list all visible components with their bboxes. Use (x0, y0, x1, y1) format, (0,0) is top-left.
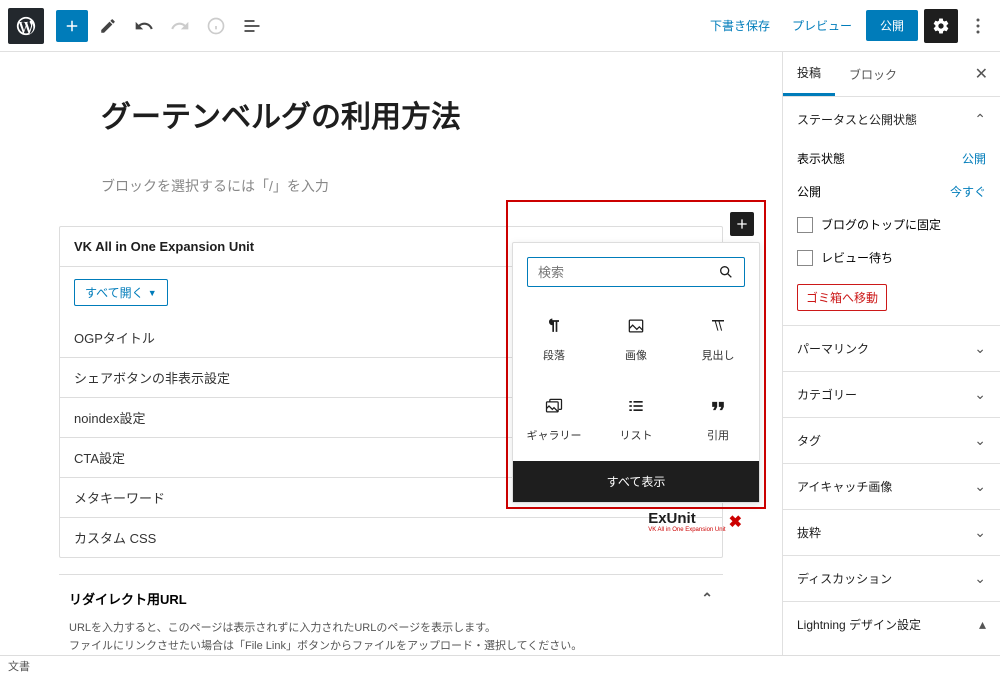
chevron-down-icon: ⌄ (974, 386, 986, 403)
chevron-up-icon[interactable]: ⌃ (701, 590, 713, 607)
visibility-label: 表示状態 (797, 150, 845, 167)
chevron-down-icon: ⌄ (974, 478, 986, 495)
review-checkbox[interactable]: レビュー待ち (783, 241, 1000, 274)
redirect-panel: リダイレクト用URL ⌃ URLを入力すると、このページは表示されずに入力されたU… (59, 574, 723, 655)
outline-icon[interactable] (236, 10, 268, 42)
settings-sidebar: 投稿 ブロック ✕ ステータスと公開状態⌃ 表示状態 公開 公開 今すぐ ブログ… (782, 52, 1000, 655)
block-list[interactable]: リスト (595, 381, 677, 461)
publish-row: 公開 今すぐ (783, 175, 1000, 208)
draft-save-button[interactable]: 下書き保存 (702, 11, 778, 40)
featured-image-section[interactable]: アイキャッチ画像⌄ (783, 464, 1000, 509)
chevron-up-icon: ▴ (979, 616, 986, 633)
info-icon[interactable] (200, 10, 232, 42)
publish-button[interactable]: 公開 (866, 10, 918, 41)
visibility-row: 表示状態 公開 (783, 142, 1000, 175)
lightning-header[interactable]: Lightning デザイン設定▴ (783, 602, 1000, 647)
editor-canvas: グーテンベルグの利用方法 ブロックを選択するには「/」を入力 VK All in… (0, 52, 782, 655)
block-image[interactable]: 画像 (595, 301, 677, 381)
main-area: グーテンベルグの利用方法 ブロックを選択するには「/」を入力 VK All in… (0, 52, 1000, 655)
preview-button[interactable]: プレビュー (784, 11, 860, 40)
layout-label: レイアウト設定 (783, 647, 1000, 655)
tab-block[interactable]: ブロック (835, 54, 911, 95)
publish-value[interactable]: 今すぐ (950, 183, 986, 200)
undo-icon[interactable] (128, 10, 160, 42)
breadcrumb-document[interactable]: 文書 (8, 661, 30, 673)
image-icon (625, 315, 647, 337)
open-all-button[interactable]: すべて開く ▼ (74, 279, 168, 306)
inline-add-block-button[interactable] (730, 212, 754, 236)
trash-button[interactable]: ゴミ箱へ移動 (797, 284, 887, 311)
block-paragraph[interactable]: 段落 (513, 301, 595, 381)
bottom-bar: 文書 (0, 655, 1000, 673)
wordpress-logo[interactable] (8, 8, 44, 44)
tag-section[interactable]: タグ⌄ (783, 418, 1000, 463)
redirect-title: リダイレクト用URL (69, 589, 187, 608)
toolbar-left (8, 8, 268, 44)
permalink-section[interactable]: パーマリンク⌄ (783, 326, 1000, 371)
block-inserter-highlighted: 段落 画像 見出し ギャラリー リスト 引用 すべて表示 (506, 200, 766, 509)
block-quote[interactable]: 引用 (677, 381, 759, 461)
status-header[interactable]: ステータスと公開状態⌃ (783, 97, 1000, 142)
lightning-section: Lightning デザイン設定▴ レイアウト設定 共通設定を適用 (783, 602, 1000, 655)
quote-icon (707, 395, 729, 417)
close-sidebar-icon[interactable]: ✕ (963, 64, 1000, 84)
sidebar-tabs: 投稿 ブロック ✕ (783, 52, 1000, 97)
block-gallery[interactable]: ギャラリー (513, 381, 595, 461)
more-menu-icon[interactable] (964, 9, 992, 43)
chevron-up-icon: ⌃ (974, 111, 986, 128)
list-icon (625, 395, 647, 417)
post-title[interactable]: グーテンベルグの利用方法 (101, 92, 681, 136)
block-search-input[interactable] (538, 265, 718, 280)
paragraph-icon (543, 315, 565, 337)
block-grid: 段落 画像 見出し ギャラリー リスト 引用 (513, 301, 759, 461)
gallery-icon (543, 395, 565, 417)
block-placeholder[interactable]: ブロックを選択するには「/」を入力 (101, 176, 681, 196)
accordion-item[interactable]: カスタム CSS (60, 518, 722, 557)
toolbar-right: 下書き保存 プレビュー 公開 (702, 9, 992, 43)
discussion-section[interactable]: ディスカッション⌄ (783, 556, 1000, 601)
exunit-icon: ✖ (729, 512, 742, 532)
block-inserter-panel: 段落 画像 見出し ギャラリー リスト 引用 すべて表示 (512, 242, 760, 503)
settings-gear-icon[interactable] (924, 9, 958, 43)
add-block-button[interactable] (56, 10, 88, 42)
exunit-badge: ExUnitVK All in One Expansion Unit ✖ (648, 510, 742, 533)
status-section: ステータスと公開状態⌃ 表示状態 公開 公開 今すぐ ブログのトップに固定 レビ… (783, 97, 1000, 326)
visibility-value[interactable]: 公開 (962, 150, 986, 167)
publish-label: 公開 (797, 183, 821, 200)
excerpt-section[interactable]: 抜粋⌄ (783, 510, 1000, 555)
redirect-desc: URLを入力すると、このページは表示されずに入力されたURLのページを表示します… (69, 620, 713, 655)
block-search-box[interactable] (527, 257, 745, 287)
redo-icon[interactable] (164, 10, 196, 42)
search-icon (718, 264, 734, 280)
tab-post[interactable]: 投稿 (783, 52, 835, 96)
edit-mode-icon[interactable] (92, 10, 124, 42)
heading-icon (707, 315, 729, 337)
block-heading[interactable]: 見出し (677, 301, 759, 381)
chevron-down-icon: ⌄ (974, 524, 986, 541)
top-toolbar: 下書き保存 プレビュー 公開 (0, 0, 1000, 52)
pin-checkbox[interactable]: ブログのトップに固定 (783, 208, 1000, 241)
chevron-down-icon: ⌄ (974, 340, 986, 357)
chevron-down-icon: ⌄ (974, 432, 986, 449)
category-section[interactable]: カテゴリー⌄ (783, 372, 1000, 417)
chevron-down-icon: ⌄ (974, 570, 986, 587)
show-all-blocks-button[interactable]: すべて表示 (513, 461, 759, 502)
